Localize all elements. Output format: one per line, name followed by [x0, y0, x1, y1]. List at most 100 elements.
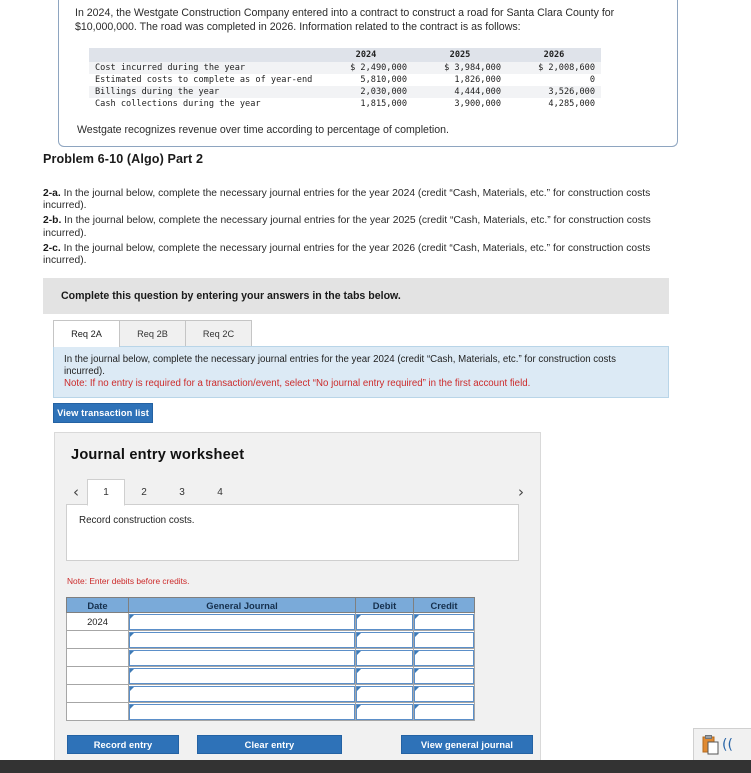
requirement-2c: 2-c. In the journal below, complete the … [43, 243, 683, 267]
journal-date-cell[interactable] [66, 702, 129, 721]
problem-statement-paragraph: In 2024, the Westgate Construction Compa… [75, 7, 615, 33]
view-transaction-list-button[interactable]: View transaction list [53, 403, 153, 423]
journal-entry-table: Date General Journal Debit Credit 2024 [66, 597, 475, 721]
table-row: Estimated costs to complete as of year-e… [89, 74, 601, 86]
credit-input[interactable] [414, 631, 474, 648]
table-row [66, 702, 475, 721]
credit-input[interactable] [414, 685, 474, 702]
journal-credit-cell[interactable] [413, 666, 475, 685]
cell-2025: $ 3,984,000 [444, 63, 501, 73]
journal-credit-cell[interactable] [413, 684, 475, 703]
requirement-text: In the journal below, complete the neces… [43, 215, 651, 239]
requirement-text: In the journal below, complete the neces… [43, 242, 651, 267]
journal-account-cell[interactable] [128, 630, 356, 649]
chevron-left-icon[interactable]: ‹ [65, 479, 87, 505]
debit-input[interactable] [356, 703, 413, 720]
debit-input[interactable] [356, 631, 413, 648]
requirement-tabs: Req 2A Req 2B Req 2C [53, 319, 669, 347]
account-input[interactable] [129, 613, 355, 630]
bottom-bar [0, 760, 751, 773]
row-label: Cash collections during the year [95, 99, 261, 109]
clipboard-paste-icon[interactable] [702, 734, 720, 755]
debit-input[interactable] [356, 613, 413, 630]
worksheet-page-4[interactable]: 4 [201, 479, 239, 505]
tab-req-2a[interactable]: Req 2A [53, 320, 120, 347]
worksheet-debits-note: Note: Enter debits before credits. [67, 576, 190, 586]
journal-column-date: Date [66, 597, 129, 613]
button-label: Record entry [93, 739, 153, 750]
worksheet-page-2[interactable]: 2 [125, 479, 163, 505]
journal-date-cell[interactable] [66, 630, 129, 649]
journal-credit-cell[interactable] [413, 612, 475, 631]
journal-date-cell[interactable] [66, 684, 129, 703]
page-root: In 2024, the Westgate Construction Compa… [0, 0, 751, 773]
requirement-2b: 2-b. In the journal below, complete the … [43, 215, 683, 239]
worksheet-title: Journal entry worksheet [71, 447, 245, 463]
journal-debit-cell[interactable] [355, 684, 414, 703]
column-header-2025: 2025 [413, 48, 507, 62]
button-label: View general journal [420, 739, 514, 750]
credit-input[interactable] [414, 703, 474, 720]
table-row [66, 666, 475, 685]
worksheet-page-3[interactable]: 3 [163, 479, 201, 505]
journal-date-cell[interactable] [66, 648, 129, 667]
account-input[interactable] [129, 667, 355, 684]
cell-2024: 1,815,000 [360, 99, 407, 109]
table-row: Cash collections during the year 1,815,0… [89, 98, 601, 110]
credit-input[interactable] [414, 613, 474, 630]
journal-entry-worksheet-panel: Journal entry worksheet ‹ 1 2 3 4 › Reco… [54, 432, 541, 773]
journal-header-row: Date General Journal Debit Credit [66, 597, 475, 613]
journal-date-cell[interactable]: 2024 [66, 612, 129, 631]
credit-input[interactable] [414, 667, 474, 684]
journal-account-cell[interactable] [128, 684, 356, 703]
debit-input[interactable] [356, 667, 413, 684]
chevron-right-icon[interactable]: › [510, 479, 532, 505]
button-label: Clear entry [244, 739, 295, 750]
record-entry-button[interactable]: Record entry [67, 735, 179, 754]
tab-req-2c[interactable]: Req 2C [185, 320, 252, 347]
journal-debit-cell[interactable] [355, 630, 414, 649]
journal-date-cell[interactable] [66, 666, 129, 685]
page-label: 2 [141, 486, 147, 498]
clipboard-widget[interactable]: (( [693, 728, 751, 760]
requirement-tag: 2-b. [43, 215, 62, 227]
worksheet-description-box: Record construction costs. [66, 504, 519, 561]
requirements-list: 2-a. In the journal below, complete the … [43, 188, 683, 270]
debit-input[interactable] [356, 649, 413, 666]
worksheet-page-1[interactable]: 1 [87, 479, 125, 506]
table-row [66, 684, 475, 703]
contract-data-table: 2024 2025 2026 Cost incurred during the … [89, 48, 601, 110]
journal-account-cell[interactable] [128, 648, 356, 667]
journal-credit-cell[interactable] [413, 648, 475, 667]
table-row [66, 630, 475, 649]
account-input[interactable] [129, 649, 355, 666]
journal-debit-cell[interactable] [355, 648, 414, 667]
tab-label: Req 2B [137, 329, 168, 339]
journal-debit-cell[interactable] [355, 612, 414, 631]
cell-2026: 3,526,000 [548, 87, 595, 97]
worksheet-description-text: Record construction costs. [79, 515, 195, 526]
instructions-banner: Complete this question by entering your … [43, 278, 669, 314]
page-title: Problem 6-10 (Algo) Part 2 [43, 152, 204, 166]
account-input[interactable] [129, 685, 355, 702]
row-label: Cost incurred during the year [95, 63, 246, 73]
view-general-journal-button[interactable]: View general journal [401, 735, 533, 754]
journal-account-cell[interactable] [128, 702, 356, 721]
clear-entry-button[interactable]: Clear entry [197, 735, 342, 754]
instruction-box: In the journal below, complete the neces… [53, 346, 669, 398]
tab-req-2b[interactable]: Req 2B [119, 320, 186, 347]
journal-debit-cell[interactable] [355, 702, 414, 721]
journal-debit-cell[interactable] [355, 666, 414, 685]
debit-input[interactable] [356, 685, 413, 702]
page-label: 1 [103, 487, 109, 498]
journal-credit-cell[interactable] [413, 630, 475, 649]
credit-input[interactable] [414, 649, 474, 666]
journal-credit-cell[interactable] [413, 702, 475, 721]
cell-2024: 2,030,000 [360, 87, 407, 97]
instructions-banner-text: Complete this question by entering your … [61, 290, 401, 302]
account-input[interactable] [129, 631, 355, 648]
problem-statement-panel: In 2024, the Westgate Construction Compa… [58, 0, 678, 147]
account-input[interactable] [129, 703, 355, 720]
journal-account-cell[interactable] [128, 612, 356, 631]
journal-account-cell[interactable] [128, 666, 356, 685]
